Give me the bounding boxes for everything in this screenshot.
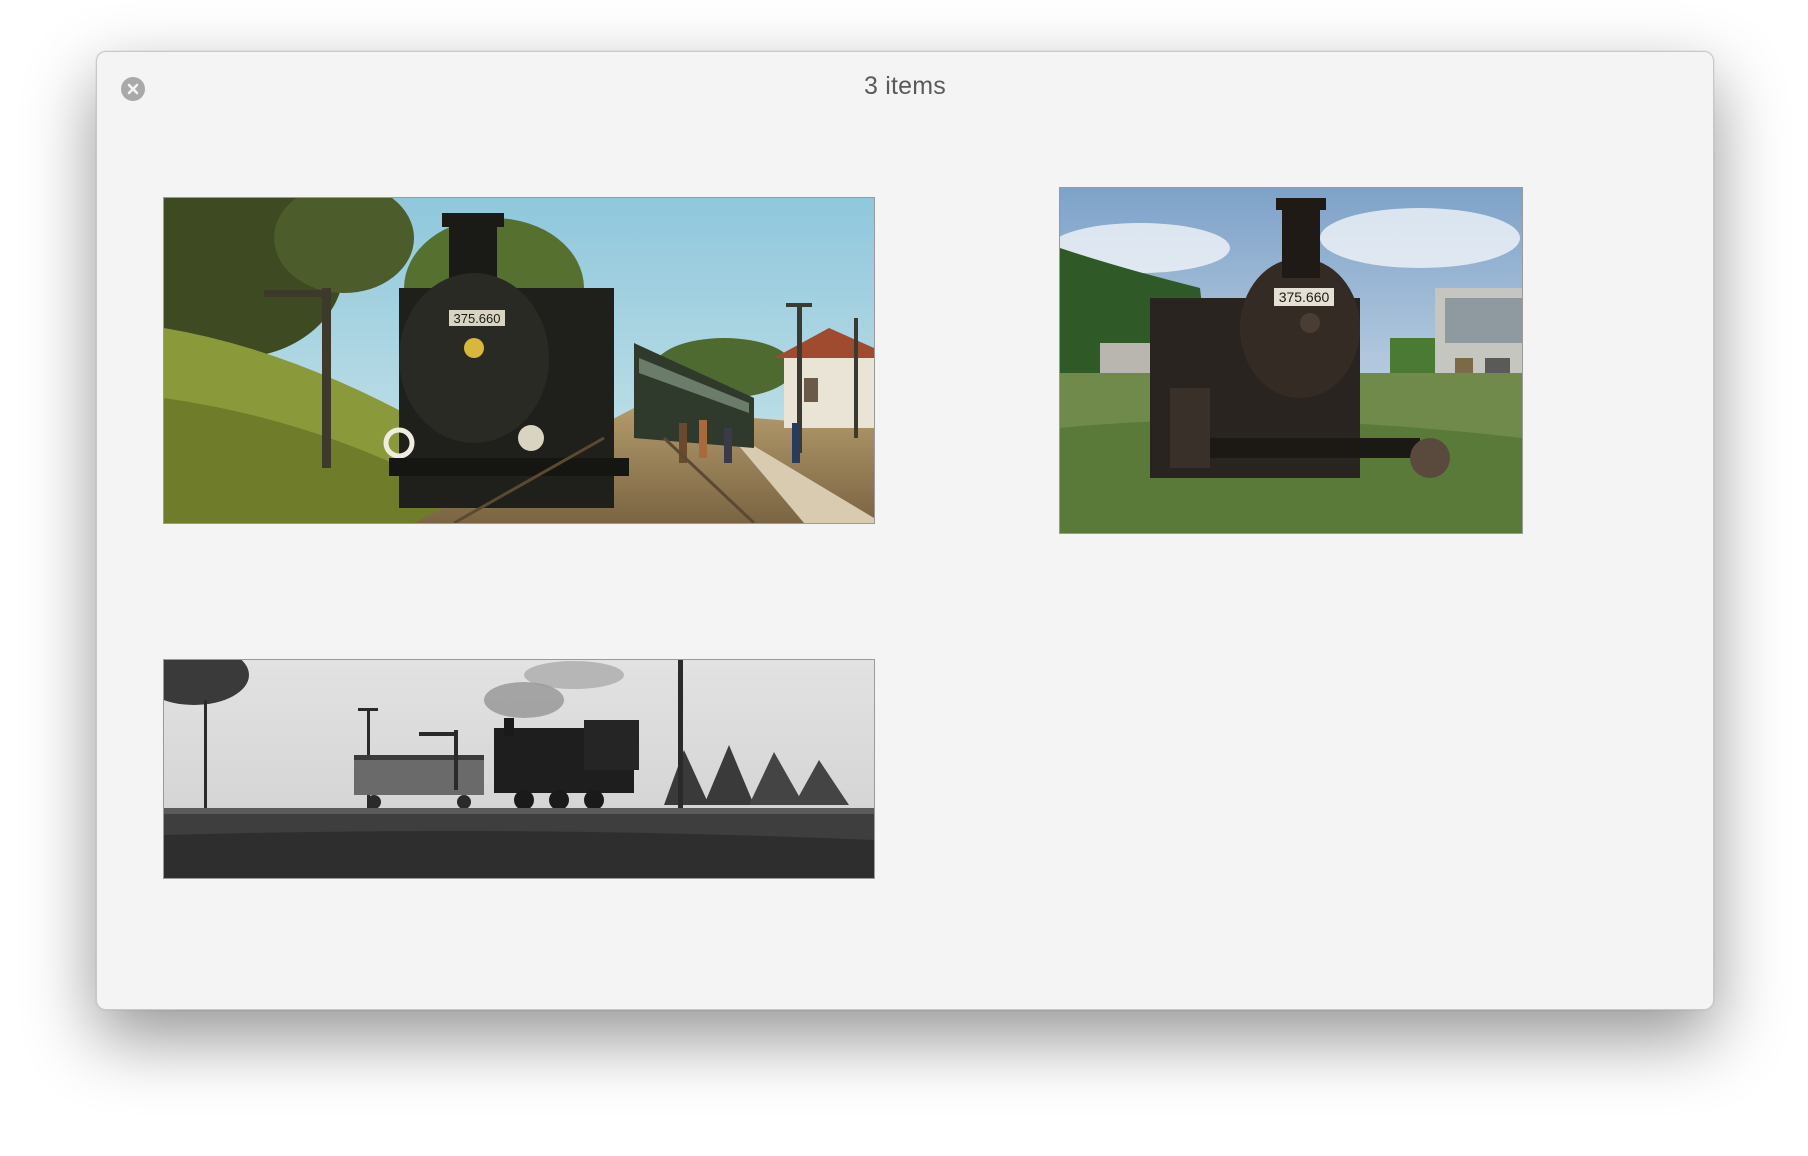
locomotive-number-plate-2: 375.660	[1279, 289, 1330, 305]
photo-grayscale-locomotive	[164, 660, 874, 878]
quick-look-window: 3 items 375.660 375.660	[96, 51, 1714, 1010]
photo-abandoned-locomotive: 375.660	[1060, 188, 1522, 533]
locomotive-number-plate: 375.660	[454, 311, 501, 326]
thumbnail-abandoned-locomotive[interactable]: 375.660	[1059, 187, 1523, 534]
thumbnail-locomotive-station[interactable]: 375.660	[163, 197, 875, 524]
thumbnail-grayscale-locomotive[interactable]	[163, 659, 875, 879]
photo-locomotive-station: 375.660	[164, 198, 874, 523]
window-title: 3 items	[864, 72, 946, 100]
